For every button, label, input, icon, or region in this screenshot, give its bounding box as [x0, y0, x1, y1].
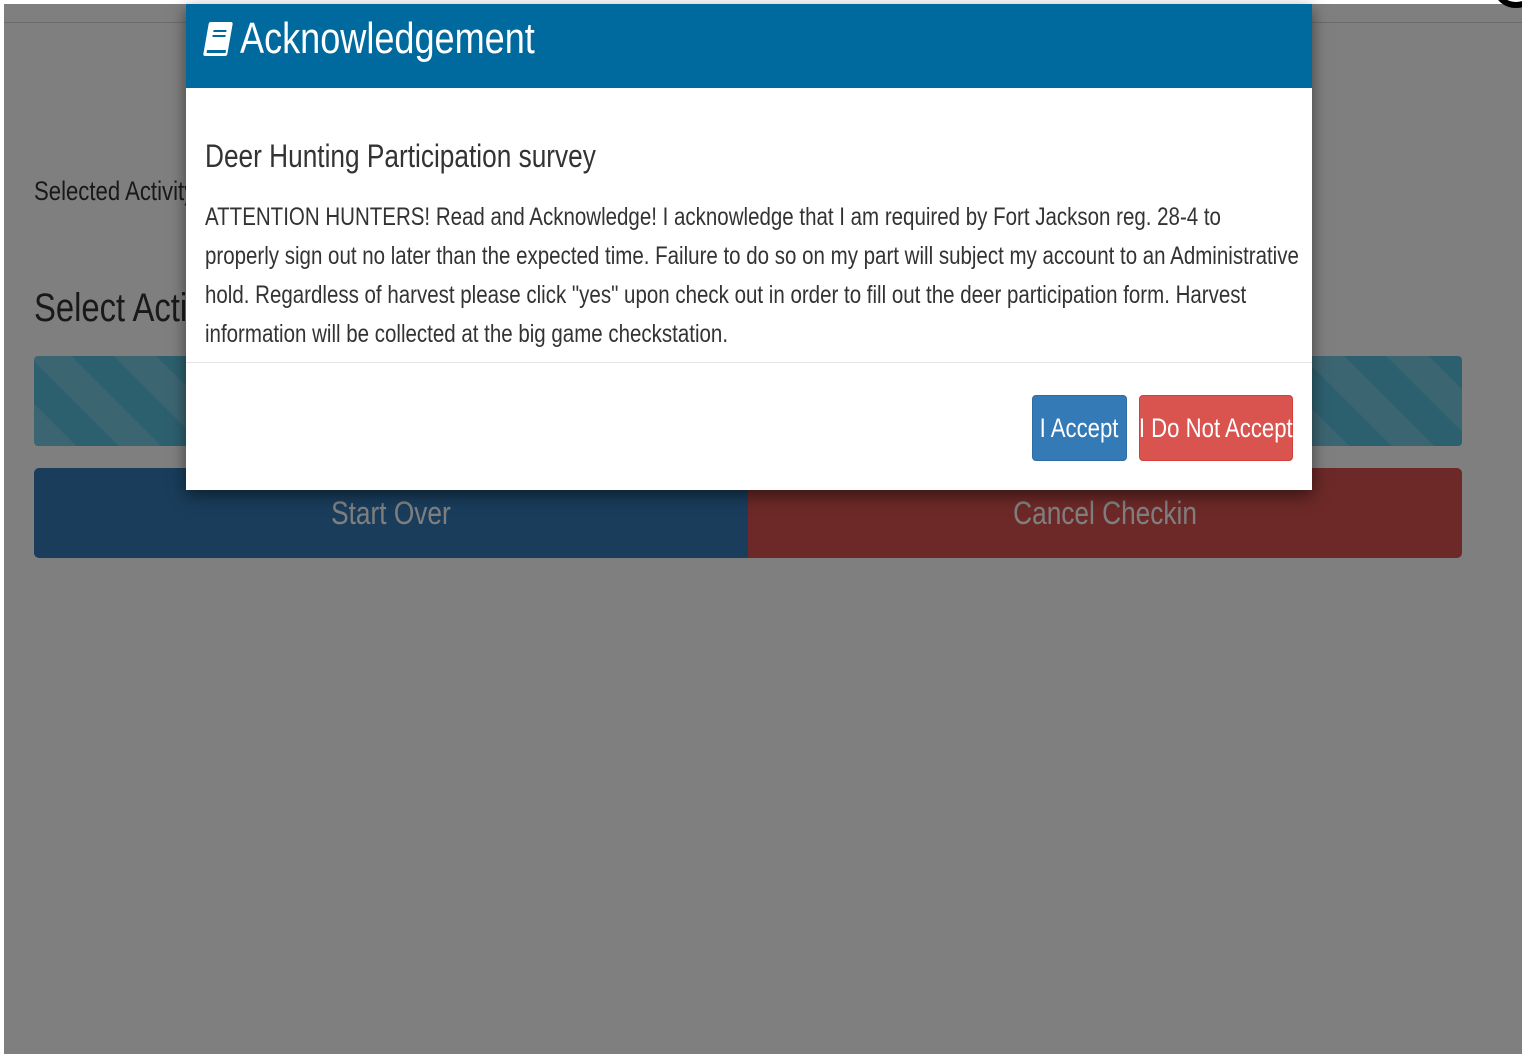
acknowledgement-modal: Acknowledgement Deer Hunting Participati…	[186, 4, 1312, 490]
modal-title: Acknowledgement	[203, 14, 600, 64]
decline-label: I Do Not Accept	[1139, 412, 1293, 443]
decline-button[interactable]: I Do Not Accept	[1139, 395, 1293, 461]
survey-title: Deer Hunting Participation survey	[205, 138, 596, 174]
modal-title-text: Acknowledgement	[240, 14, 535, 63]
window-left-edge	[0, 0, 4, 1054]
accept-button[interactable]: I Accept	[1032, 395, 1127, 461]
modal-header: Acknowledgement	[186, 4, 1312, 88]
acknowledgement-notice: ATTENTION HUNTERS! Read and Acknowledge!…	[205, 203, 1299, 348]
modal-body: Deer Hunting Participation survey ATTENT…	[186, 88, 1312, 362]
modal-footer: I Accept I Do Not Accept	[186, 362, 1312, 490]
book-icon	[203, 22, 233, 56]
accept-label: I Accept	[1040, 412, 1119, 443]
